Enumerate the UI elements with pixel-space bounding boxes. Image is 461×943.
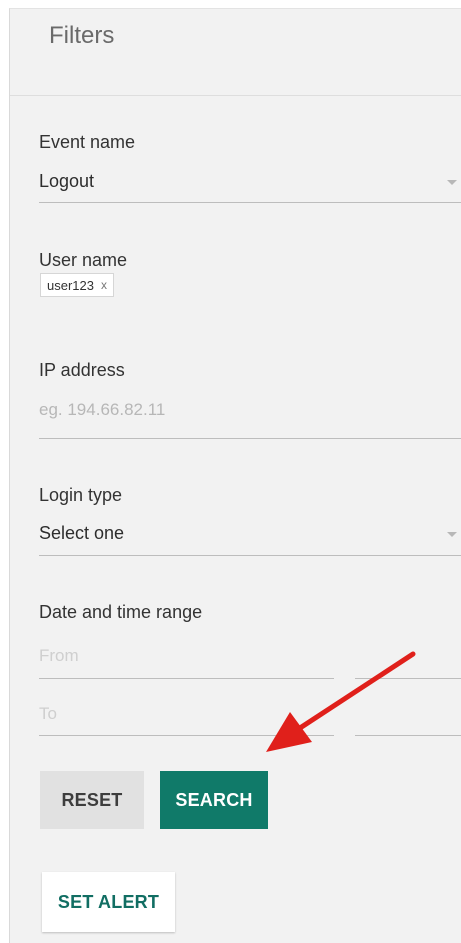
login-type-label: Login type — [39, 485, 123, 505]
set-alert-button[interactable]: SET ALERT — [42, 872, 175, 932]
event-name-select[interactable]: Logout — [39, 166, 461, 204]
event-name-underline — [39, 202, 461, 203]
close-icon[interactable]: x — [101, 279, 107, 291]
chevron-down-icon — [447, 180, 457, 185]
user-name-chip-text: user123 — [47, 277, 94, 293]
ip-address-underline — [39, 438, 461, 439]
date-range-label: Date and time range — [39, 602, 203, 622]
time-from-underline — [355, 678, 461, 679]
login-type-select[interactable]: Select one — [39, 518, 461, 556]
search-button[interactable]: SEARCH — [160, 771, 268, 829]
reset-button[interactable]: RESET — [40, 771, 144, 829]
date-from-input[interactable]: From — [39, 646, 79, 666]
login-type-value: Select one — [39, 523, 125, 543]
event-name-value: Logout — [39, 171, 95, 191]
event-name-label: Event name — [39, 132, 136, 152]
date-to-input[interactable]: To — [39, 704, 57, 724]
time-to-underline — [355, 735, 461, 736]
login-type-underline — [39, 555, 461, 556]
ip-address-label: IP address — [39, 360, 125, 380]
date-from-underline — [39, 678, 334, 679]
chevron-down-icon — [447, 532, 457, 537]
ip-address-input[interactable]: eg. 194.66.82.11 — [39, 400, 165, 420]
filters-title: Filters — [49, 22, 115, 49]
filters-header: Filters — [10, 9, 461, 96]
user-name-label: User name — [39, 250, 128, 270]
user-name-chip: user123 x — [40, 273, 114, 297]
date-to-underline — [39, 735, 334, 736]
